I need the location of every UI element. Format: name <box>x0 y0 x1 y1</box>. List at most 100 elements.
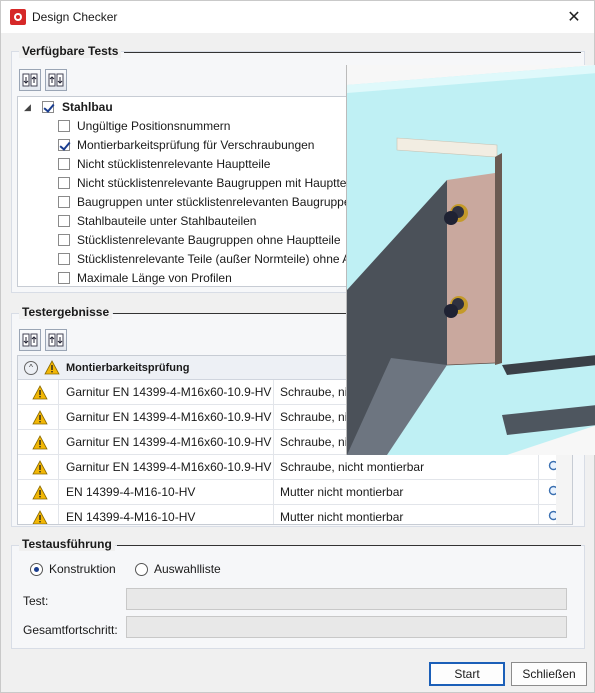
warning-icon <box>32 459 48 474</box>
divider <box>124 52 581 53</box>
test-checkbox[interactable] <box>58 215 70 227</box>
design-checker-window: Design Checker ✕ Verfügbare Tests ◢ Stah… <box>0 0 595 693</box>
column-divider <box>58 430 59 454</box>
result-status: Mutter nicht montierbar <box>280 485 404 499</box>
test-label: Baugruppen unter stücklistenrelevanten B… <box>77 195 347 209</box>
collapse-all-icon <box>48 333 64 347</box>
test-label: Ungültige Positionsnummern <box>77 119 231 133</box>
collapse-all-icon <box>48 73 64 87</box>
start-button[interactable]: Start <box>429 662 505 686</box>
test-label: Nicht stücklistenrelevante Hauptteile <box>77 157 271 171</box>
column-divider <box>273 480 274 504</box>
tree-item[interactable]: Stücklistenrelevante Baugruppen ohne Hau… <box>58 231 341 249</box>
available-tests-title: Verfügbare Tests <box>19 44 122 58</box>
result-name: EN 14399-4-M16-10-HV <box>66 485 196 499</box>
result-status: Schraube, nic <box>280 435 354 449</box>
test-label: Stücklistenrelevante Teile (außer Normte… <box>77 252 347 266</box>
tree-item[interactable]: Stücklistenrelevante Teile (außer Normte… <box>58 250 347 268</box>
progress-label: Gesamtfortschritt: <box>23 623 118 637</box>
column-divider <box>273 380 274 404</box>
expand-all-icon <box>22 73 38 87</box>
warning-icon <box>44 360 60 375</box>
collapse-all-button[interactable] <box>45 69 67 91</box>
tree-root-stahlbau[interactable]: ◢ Stahlbau <box>24 98 113 116</box>
warning-icon <box>32 409 48 424</box>
collapse-icon[interactable]: ^ <box>24 360 38 375</box>
column-divider <box>58 505 59 524</box>
result-name: Garnitur EN 14399-4-M16x60-10.9-HV <box>66 385 272 399</box>
close-button[interactable]: Schließen <box>511 662 587 686</box>
test-checkbox[interactable] <box>58 253 70 265</box>
tree-item[interactable]: Nicht stücklistenrelevante Baugruppen mi… <box>58 174 347 192</box>
warning-icon <box>32 384 48 399</box>
column-divider <box>58 455 59 479</box>
result-name: Garnitur EN 14399-4-M16x60-10.9-HV <box>66 410 272 424</box>
tree-item[interactable]: Ungültige Positionsnummern <box>58 117 230 135</box>
result-status: Schraube, nic <box>280 410 354 424</box>
warning-icon <box>32 509 48 524</box>
result-name: EN 14399-4-M16-10-HV <box>66 510 196 524</box>
result-group-label: Montierbarkeitsprüfung <box>66 361 190 374</box>
available-tests-header: Verfügbare Tests <box>19 44 122 58</box>
column-divider <box>273 405 274 429</box>
test-label: Montierbarkeitsprüfung für Verschraubung… <box>77 138 315 152</box>
expand-all-button[interactable] <box>19 69 41 91</box>
radio-selection[interactable]: Auswahlliste <box>135 562 221 576</box>
results-expand-button[interactable] <box>19 329 41 351</box>
tree-item[interactable]: Montierbarkeitsprüfung für Verschraubung… <box>58 136 314 154</box>
execution-title: Testausführung <box>19 537 115 551</box>
column-divider <box>58 405 59 429</box>
test-checkbox[interactable] <box>58 272 70 284</box>
result-status: Schraube, nicht montierbar <box>280 460 425 474</box>
radio-construction[interactable]: Konstruktion <box>30 562 116 576</box>
test-label: Stahlbauteile unter Stahlbauteilen <box>77 214 257 228</box>
warning-icon <box>32 434 48 449</box>
result-name: Garnitur EN 14399-4-M16x60-10.9-HV <box>66 460 272 474</box>
table-row[interactable]: EN 14399-4-M16-10-HV Mutter nicht montier… <box>18 480 572 505</box>
results-collapse-button[interactable] <box>45 329 67 351</box>
tree-item[interactable]: Baugruppen unter stücklistenrelevanten B… <box>58 193 347 211</box>
selection-label: Auswahlliste <box>154 562 221 576</box>
selection-radio[interactable] <box>135 562 148 576</box>
tree-item[interactable]: Maximale Länge von Profilen <box>58 269 232 286</box>
column-divider <box>273 430 274 454</box>
tree-item[interactable]: Nicht stücklistenrelevante Hauptteile <box>58 155 270 173</box>
results-header: Testergebnisse <box>19 305 113 319</box>
warning-icon <box>32 484 48 499</box>
execution-header: Testausführung <box>19 537 115 551</box>
test-checkbox[interactable] <box>58 196 70 208</box>
tree-item[interactable]: Stahlbauteile unter Stahlbauteilen <box>58 212 256 230</box>
column-divider <box>538 505 539 524</box>
result-status: Mutter nicht montierbar <box>280 510 404 524</box>
app-icon <box>10 9 26 25</box>
construction-radio[interactable] <box>30 562 43 576</box>
column-divider <box>538 480 539 504</box>
test-label: Maximale Länge von Profilen <box>77 271 232 285</box>
test-label: Nicht stücklistenrelevante Baugruppen mi… <box>77 176 347 190</box>
table-row[interactable]: Garnitur EN 14399-4-M16x60-10.9-HV Schrau… <box>18 455 572 480</box>
window-title: Design Checker <box>32 10 118 24</box>
expander-icon[interactable]: ◢ <box>24 102 36 113</box>
model-preview[interactable] <box>346 65 595 455</box>
stahlbau-checkbox[interactable] <box>42 101 54 113</box>
close-icon[interactable]: ✕ <box>554 1 594 33</box>
column-divider <box>58 380 59 404</box>
tests-tree[interactable]: ◢ Stahlbau Ungültige Positionsnummern Mon… <box>17 96 347 287</box>
result-name: Garnitur EN 14399-4-M16x60-10.9-HV <box>66 435 272 449</box>
test-checkbox[interactable] <box>58 158 70 170</box>
title-bar: Design Checker ✕ <box>1 1 594 33</box>
test-checkbox[interactable] <box>58 177 70 189</box>
column-divider <box>58 480 59 504</box>
divider <box>117 545 581 546</box>
test-checkbox[interactable] <box>58 120 70 132</box>
stahlbau-label: Stahlbau <box>62 100 113 114</box>
results-title: Testergebnisse <box>19 305 113 319</box>
test-checkbox[interactable] <box>58 139 70 151</box>
expand-all-icon <box>22 333 38 347</box>
table-row[interactable]: EN 14399-4-M16-10-HV Mutter nicht montier… <box>18 505 572 524</box>
test-label: Stücklistenrelevante Baugruppen ohne Hau… <box>77 233 341 247</box>
progress-field <box>126 616 567 638</box>
column-divider <box>273 505 274 524</box>
test-label: Test: <box>23 594 49 608</box>
test-checkbox[interactable] <box>58 234 70 246</box>
